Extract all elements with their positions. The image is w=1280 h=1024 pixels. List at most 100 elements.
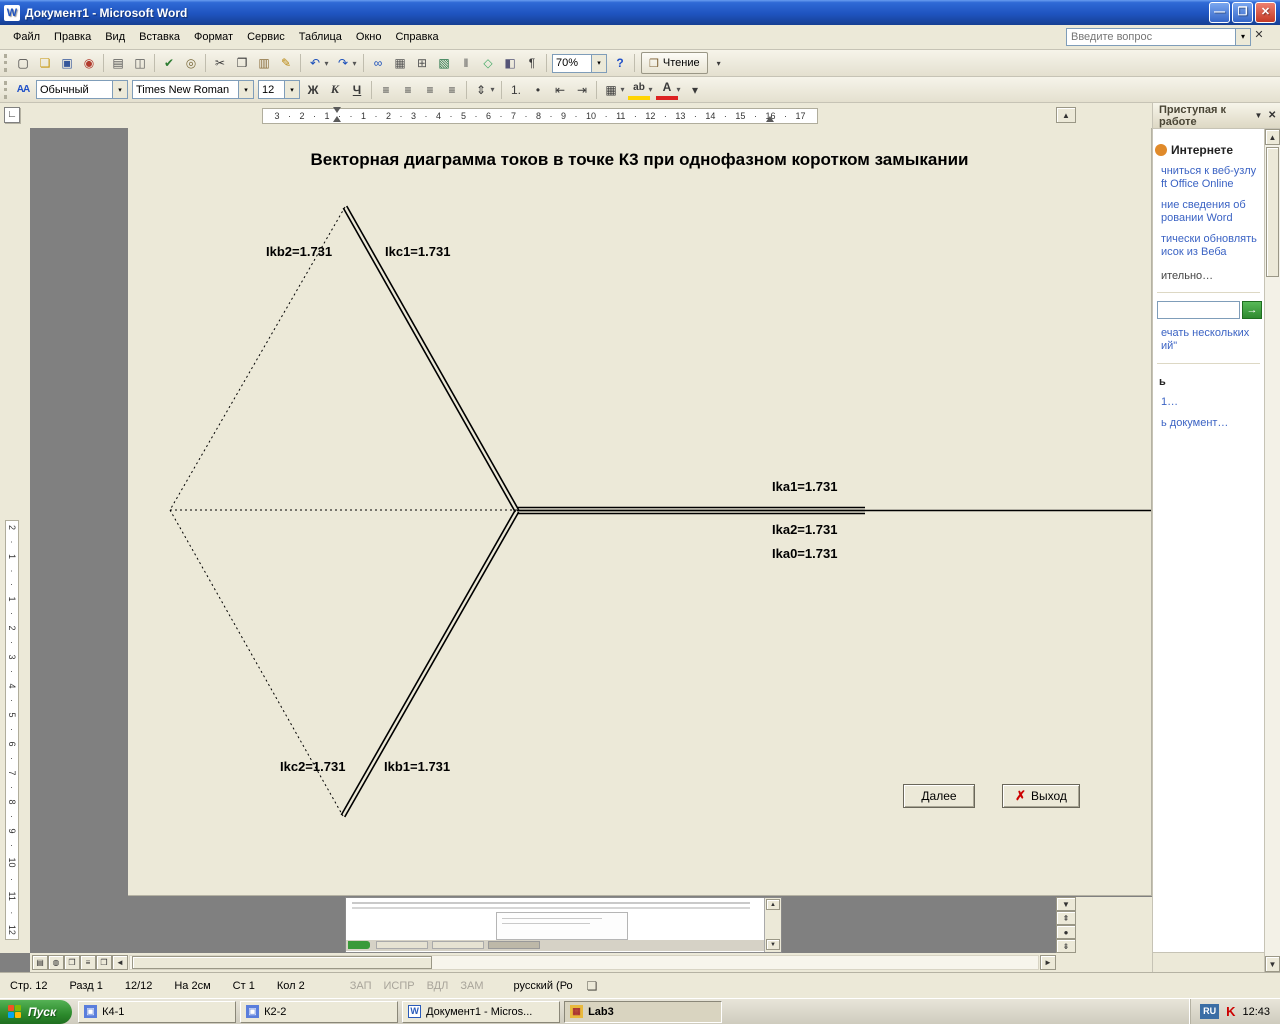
- print-icon[interactable]: ▤: [107, 52, 129, 74]
- task-pane-recent-file-link[interactable]: 1…: [1161, 396, 1260, 409]
- view-reading-icon[interactable]: ❒: [96, 955, 112, 970]
- chevron-down-icon[interactable]: ▾: [284, 81, 299, 98]
- justify-icon[interactable]: ≡: [441, 79, 463, 101]
- toolbar-grip[interactable]: [4, 80, 8, 99]
- borders-dropdown-icon[interactable]: ▾: [617, 79, 628, 101]
- cut-icon[interactable]: ✂: [209, 52, 231, 74]
- redo-dropdown-icon[interactable]: ▾: [349, 52, 360, 74]
- close-button[interactable]: ✕: [1255, 2, 1276, 23]
- view-outline-icon[interactable]: ≡: [80, 955, 96, 970]
- scroll-up-button[interactable]: ▲: [1265, 129, 1280, 145]
- print-preview-icon[interactable]: ◫: [129, 52, 151, 74]
- search-go-button[interactable]: →: [1242, 301, 1262, 319]
- task-pane-link-word-info[interactable]: ние сведения об ровании Word: [1161, 199, 1260, 225]
- menu-insert[interactable]: Вставка: [132, 27, 187, 47]
- menu-format[interactable]: Формат: [187, 27, 240, 47]
- align-right-icon[interactable]: ≡: [419, 79, 441, 101]
- open-icon[interactable]: ❏: [34, 52, 56, 74]
- exit-button[interactable]: ✗ Выход: [1002, 784, 1080, 808]
- ask-question-input[interactable]: [1066, 28, 1236, 46]
- taskbar-task-k2-2[interactable]: ▣ К2-2: [240, 1000, 399, 1023]
- separator[interactable]: [368, 79, 375, 101]
- toolbar-options-icon[interactable]: ▾: [708, 52, 730, 74]
- task-pane-scroll-thumb[interactable]: [1266, 147, 1279, 277]
- help-icon[interactable]: ?: [609, 52, 631, 74]
- copy-icon[interactable]: ❐: [231, 52, 253, 74]
- font-size-combo[interactable]: 12 ▾: [258, 80, 300, 99]
- show-paragraph-icon[interactable]: ¶: [521, 52, 543, 74]
- reading-mode-button[interactable]: ❒ Чтение: [641, 52, 708, 74]
- task-pane-dropdown-icon[interactable]: ▼: [1253, 111, 1265, 120]
- task-pane-more-label[interactable]: ительно…: [1161, 270, 1260, 282]
- menu-edit[interactable]: Правка: [47, 27, 98, 47]
- spelling-icon[interactable]: ✔: [158, 52, 180, 74]
- bullets-icon[interactable]: •: [527, 79, 549, 101]
- view-normal-icon[interactable]: ▤: [32, 955, 48, 970]
- hyperlink-icon[interactable]: ∞: [367, 52, 389, 74]
- menu-view[interactable]: Вид: [98, 27, 132, 47]
- font-combo[interactable]: Times New Roman ▾: [132, 80, 254, 99]
- first-line-indent-marker[interactable]: [333, 107, 341, 113]
- taskbar-task-lab3[interactable]: ▦ Lab3: [564, 1000, 723, 1023]
- toolbar-options-icon[interactable]: ▾: [684, 79, 706, 101]
- separator[interactable]: [593, 79, 600, 101]
- taskbar-task-k4-1[interactable]: ▣ К4-1: [78, 1000, 237, 1023]
- menu-help[interactable]: Справка: [388, 27, 445, 47]
- scroll-up-button[interactable]: ▲: [1056, 107, 1076, 123]
- restore-button[interactable]: ❐: [1232, 2, 1253, 23]
- undo-dropdown-icon[interactable]: ▾: [321, 52, 332, 74]
- scroll-down-button[interactable]: ▼: [1056, 897, 1076, 911]
- align-center-icon[interactable]: ≡: [397, 79, 419, 101]
- horizontal-scroll-track[interactable]: [129, 955, 1039, 970]
- scroll-left-button[interactable]: ◄: [112, 955, 128, 970]
- task-pane-help-link[interactable]: ечать нескольких ий": [1161, 327, 1260, 353]
- status-language[interactable]: русский (Ро: [514, 980, 573, 992]
- task-pane-search-input[interactable]: [1157, 301, 1240, 319]
- question-dropdown-icon[interactable]: ▾: [1236, 28, 1251, 46]
- previous-page-button[interactable]: ⇞: [1056, 911, 1076, 925]
- scroll-down-button[interactable]: ▼: [1265, 956, 1280, 972]
- save-icon[interactable]: ▣: [56, 52, 78, 74]
- line-spacing-dropdown-icon[interactable]: ▾: [487, 79, 498, 101]
- chevron-down-icon[interactable]: ▾: [591, 54, 606, 72]
- separator[interactable]: [543, 52, 550, 74]
- paste-icon[interactable]: ▥: [253, 52, 275, 74]
- drawing-icon[interactable]: ◇: [477, 52, 499, 74]
- menu-tools[interactable]: Сервис: [240, 27, 292, 47]
- start-button[interactable]: Пуск: [0, 999, 73, 1024]
- separator[interactable]: [631, 52, 638, 74]
- task-pane-close-icon[interactable]: ✕: [1266, 110, 1278, 121]
- menu-file[interactable]: Файл: [6, 27, 47, 47]
- status-toggle[interactable]: ИСПР: [383, 980, 414, 992]
- minimize-button[interactable]: —: [1209, 2, 1230, 23]
- horizontal-scroll-thumb[interactable]: [132, 956, 432, 969]
- separator[interactable]: [151, 52, 158, 74]
- insert-table-icon[interactable]: ⊞: [411, 52, 433, 74]
- tables-and-borders-icon[interactable]: ▦: [389, 52, 411, 74]
- font-color-dropdown-icon[interactable]: ▾: [673, 79, 684, 101]
- columns-icon[interactable]: ‖: [455, 52, 477, 74]
- task-pane-link-office-online[interactable]: чниться к веб-узлу ft Office Online: [1161, 165, 1260, 191]
- status-toggle[interactable]: ЗАП: [350, 980, 372, 992]
- scroll-right-button[interactable]: ►: [1040, 955, 1056, 970]
- bold-icon[interactable]: Ж: [302, 79, 324, 101]
- styles-and-formatting-icon[interactable]: АА: [12, 79, 34, 101]
- next-button[interactable]: Далее: [903, 784, 975, 808]
- separator[interactable]: [100, 52, 107, 74]
- highlight-dropdown-icon[interactable]: ▾: [645, 79, 656, 101]
- underline-icon[interactable]: Ч: [346, 79, 368, 101]
- chevron-down-icon[interactable]: ▾: [238, 81, 253, 98]
- style-combo[interactable]: Обычный ▾: [36, 80, 128, 99]
- menu-table[interactable]: Таблица: [292, 27, 349, 47]
- task-pane-link-update-list[interactable]: тически обновлять исок из Веба: [1161, 233, 1260, 259]
- view-web-icon[interactable]: ◍: [48, 955, 64, 970]
- document-close-button[interactable]: ✕: [1250, 28, 1268, 44]
- italic-icon[interactable]: К: [324, 79, 346, 101]
- separator[interactable]: [297, 52, 304, 74]
- language-indicator[interactable]: RU: [1200, 1004, 1220, 1019]
- menu-window[interactable]: Окно: [349, 27, 389, 47]
- zoom-combo[interactable]: 70% ▾: [552, 53, 607, 73]
- status-toggle[interactable]: ВДЛ: [427, 980, 449, 992]
- insert-excel-icon[interactable]: ▧: [433, 52, 455, 74]
- separator[interactable]: [202, 52, 209, 74]
